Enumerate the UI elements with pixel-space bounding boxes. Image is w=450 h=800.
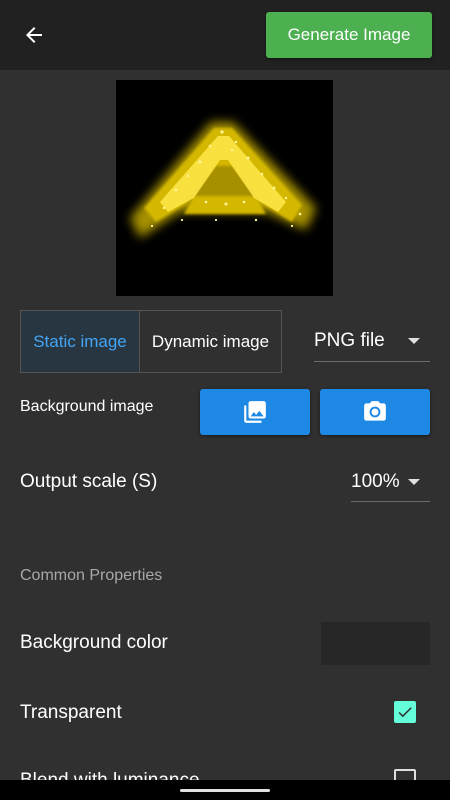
common-properties-heading: Common Properties: [20, 567, 163, 584]
output-scale-dropdown[interactable]: 100%: [351, 462, 430, 502]
background-color-label: Background color: [20, 632, 168, 653]
file-type-dropdown[interactable]: PNG file: [314, 320, 430, 362]
home-gesture-handle[interactable]: [180, 789, 270, 792]
output-scale-label: Output scale (S): [20, 471, 158, 492]
photo-library-icon: [244, 401, 266, 423]
transparent-checkbox[interactable]: [394, 701, 416, 723]
dropdown-caret-icon: [408, 337, 420, 344]
system-navigation-bar: [0, 780, 450, 800]
take-photo-button[interactable]: [320, 389, 430, 435]
output-scale-value: 100%: [351, 470, 400, 492]
generate-image-button[interactable]: Generate Image: [266, 12, 432, 58]
pick-background-image-button[interactable]: [200, 389, 310, 435]
background-color-swatch[interactable]: [321, 622, 430, 665]
glowing-letter-a-image: [130, 122, 316, 238]
image-preview: [116, 80, 333, 296]
background-image-label: Background image: [20, 398, 154, 415]
image-mode-toggle: Static image Dynamic image: [20, 310, 282, 373]
static-image-option[interactable]: Static image: [21, 311, 140, 372]
dynamic-image-option[interactable]: Dynamic image: [140, 311, 281, 372]
check-icon: [398, 707, 412, 718]
file-type-value: PNG file: [314, 329, 385, 351]
back-button[interactable]: [14, 16, 54, 54]
dropdown-caret-icon: [408, 478, 420, 485]
transparent-label: Transparent: [20, 702, 122, 723]
arrow-back-icon: [26, 27, 42, 43]
top-app-bar: Generate Image: [0, 0, 450, 70]
camera-icon: [364, 401, 386, 421]
